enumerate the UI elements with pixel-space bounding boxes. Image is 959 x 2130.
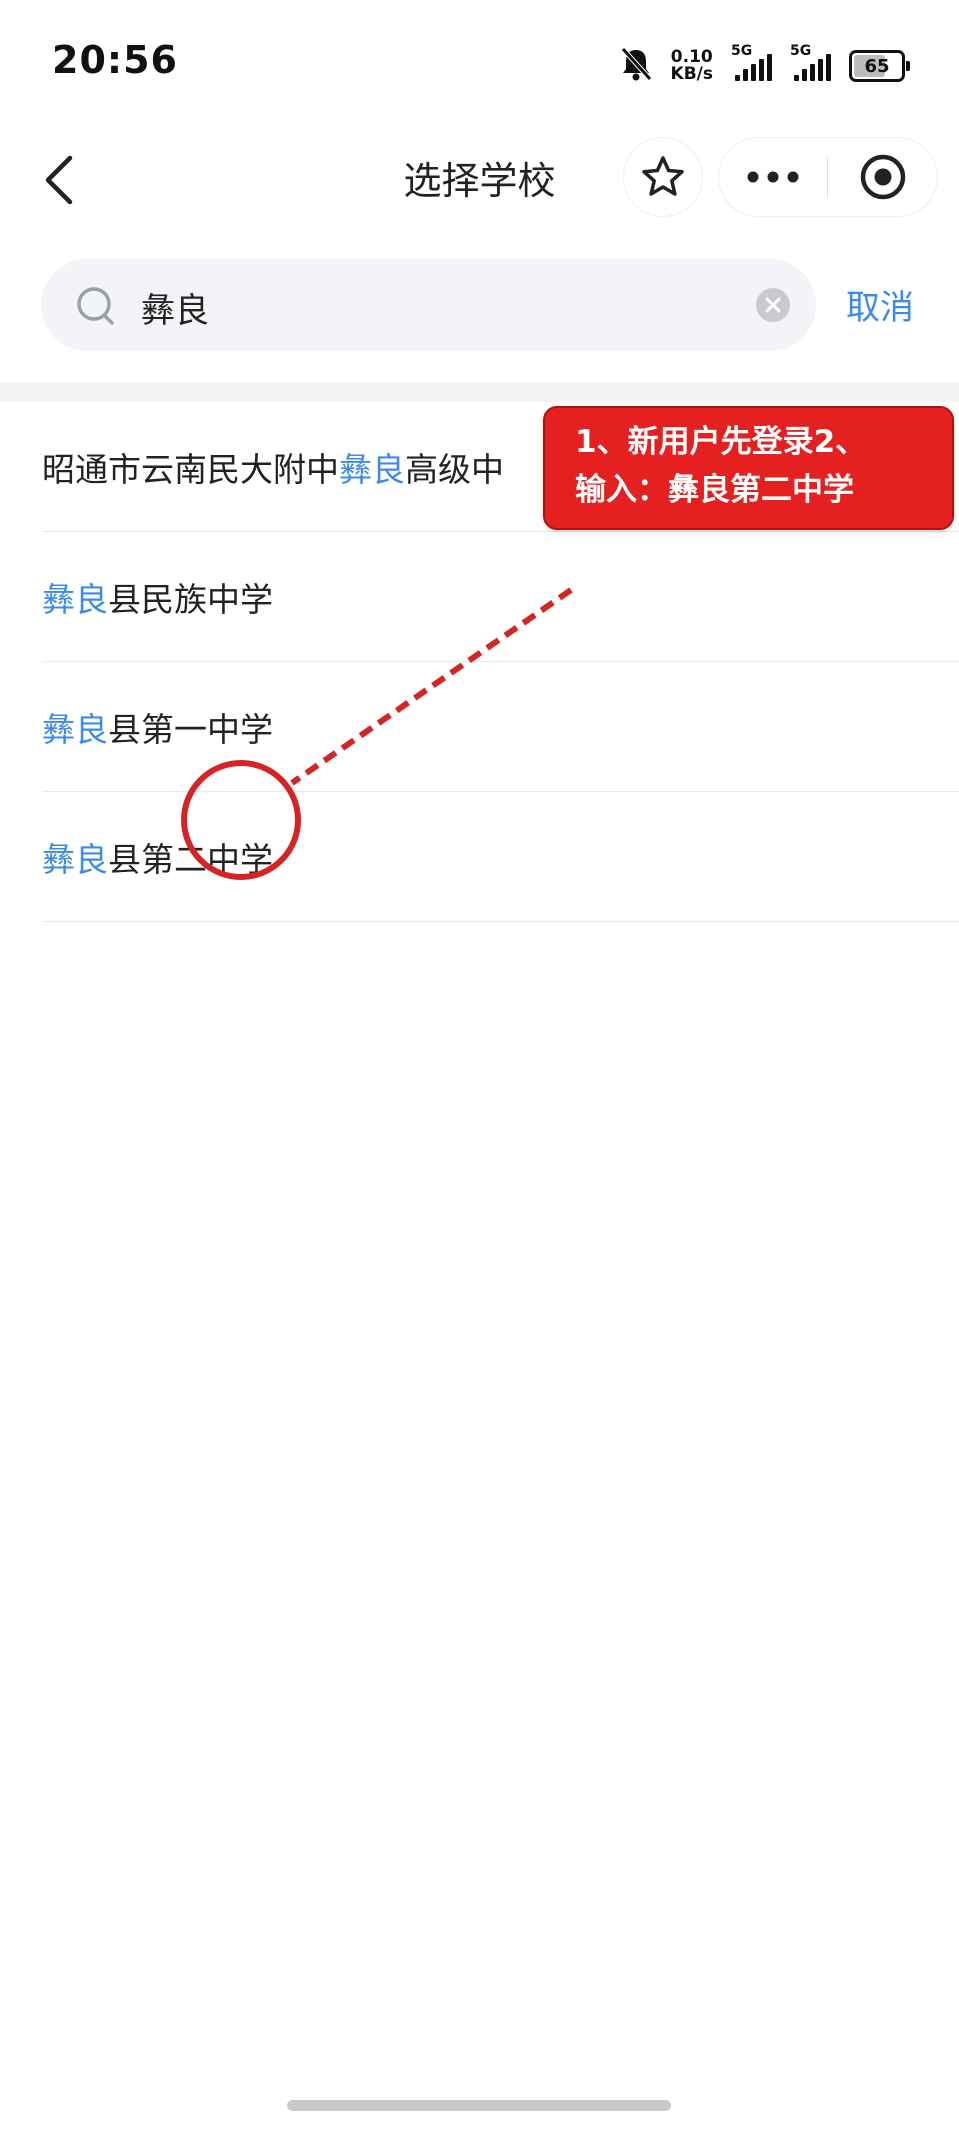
annotation-dashed-line xyxy=(290,587,573,786)
annotation-callout: 1、新用户先登录2、 输入：彝良第二中学 xyxy=(543,406,954,530)
battery-level: 65 xyxy=(864,55,890,77)
annotation-line-1: 1、新用户先登录2、 xyxy=(575,424,867,460)
annotation-circle xyxy=(181,760,301,880)
annotation-line-2: 输入：彝良第二中学 xyxy=(575,472,854,508)
annotation-marks xyxy=(181,587,573,880)
home-indicator[interactable] xyxy=(287,2100,671,2111)
